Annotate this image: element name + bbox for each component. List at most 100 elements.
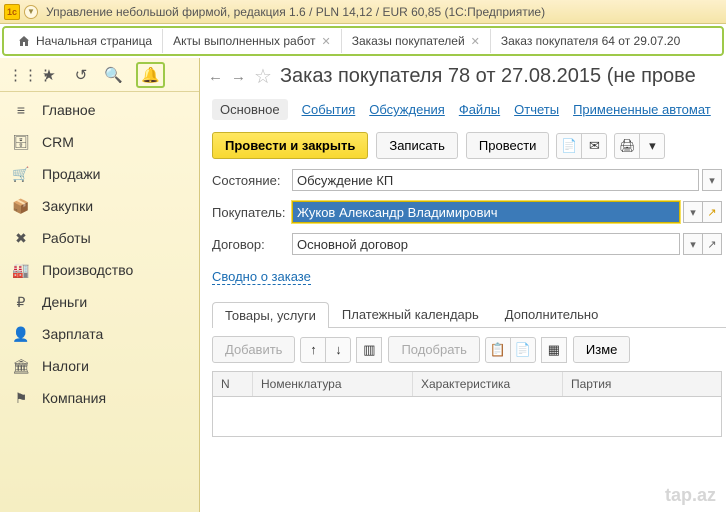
document-tabs: Начальная страница Акты выполненных рабо… [2, 26, 724, 56]
back-button[interactable]: ← [208, 68, 223, 85]
buyer-field[interactable]: Жуков Александр Владимирович [292, 201, 680, 223]
section-files[interactable]: Файлы [459, 102, 500, 117]
factory-icon: 🏭 [12, 262, 30, 279]
settings-button[interactable]: ▦ [541, 337, 567, 363]
move-down-button[interactable]: ↓ [325, 337, 351, 363]
detail-tabs: Товары, услуги Платежный календарь Допол… [212, 301, 726, 328]
bank-icon: 🏛 [12, 358, 30, 375]
tab-goods[interactable]: Товары, услуги [212, 302, 329, 328]
tab-label: Начальная страница [36, 34, 152, 48]
sidebar-item-works[interactable]: ✖ Работы [0, 222, 199, 254]
forward-button[interactable]: → [231, 68, 246, 85]
menu-icon: ≡ [12, 102, 30, 118]
section-applied[interactable]: Примененные автомат [573, 102, 711, 117]
create-based-button[interactable]: 📄 [556, 133, 582, 159]
print-button[interactable]: 🖨 [614, 133, 640, 159]
page-title: Заказ покупателя 78 от 27.08.2015 (не пр… [280, 65, 696, 88]
sidebar-item-label: CRM [42, 134, 74, 150]
flag-icon: ⚑ [12, 390, 30, 407]
history-icon[interactable]: ↺ [72, 66, 90, 84]
tab-home[interactable]: Начальная страница [8, 29, 163, 53]
sidebar-item-label: Налоги [42, 358, 89, 374]
star-icon[interactable]: ★ [40, 66, 58, 84]
tab-label: Заказы покупателей [352, 34, 465, 48]
print-dropdown[interactable]: ▾ [639, 133, 665, 159]
col-nomenclature[interactable]: Номенклатура [253, 372, 413, 396]
dropdown-button[interactable]: ▾ [683, 233, 703, 255]
app-menu-dropdown[interactable]: ▼ [24, 5, 38, 19]
bell-icon[interactable]: 🔔 [141, 67, 160, 84]
sidebar-item-label: Компания [42, 390, 106, 406]
sidebar-item-purchase[interactable]: 📦 Закупки [0, 190, 199, 222]
form-panel: Состояние: Обсуждение КП ▾ Покупатель: Ж… [208, 169, 726, 255]
grid-header: N Номенклатура Характеристика Партия [212, 371, 722, 397]
email-button[interactable]: ✉ [581, 133, 607, 159]
favorite-star-icon[interactable]: ☆ [254, 64, 272, 89]
sidebar-item-production[interactable]: 🏭Производство [0, 254, 199, 286]
change-button[interactable]: Изме [573, 336, 630, 363]
tab-overflow[interactable]: Заказ покупателя 64 от 29.07.20 [491, 34, 718, 48]
state-label: Состояние: [212, 173, 292, 188]
col-n[interactable]: N [213, 372, 253, 396]
close-icon[interactable]: ✕ [322, 35, 331, 48]
sidebar-item-label: Закупки [42, 198, 93, 214]
copy-button[interactable]: 📋 [485, 337, 511, 363]
sidebar-item-label: Главное [42, 102, 96, 118]
section-reports[interactable]: Отчеты [514, 102, 559, 117]
grid-toolbar: Добавить ↑ ↓ ▥ Подобрать 📋 📄 ▦ Изме [208, 328, 726, 371]
save-button[interactable]: Записать [376, 132, 458, 159]
sidebar-item-crm[interactable]: 🗄 CRM [0, 126, 199, 158]
sidebar-item-money[interactable]: ₽Деньги [0, 286, 199, 318]
sidebar-item-main[interactable]: ≡ Главное [0, 94, 199, 126]
post-button[interactable]: Провести [466, 132, 550, 159]
add-row-button[interactable]: Добавить [212, 336, 295, 363]
tab-orders[interactable]: Заказы покупателей ✕ [342, 29, 491, 53]
apps-icon[interactable]: ⋮⋮⋮ [8, 66, 26, 84]
action-toolbar: Провести и закрыть Записать Провести 📄 ✉… [208, 128, 726, 169]
section-discussions[interactable]: Обсуждения [369, 102, 445, 117]
person-icon: 👤 [12, 326, 30, 343]
tab-payment-calendar[interactable]: Платежный календарь [329, 301, 492, 327]
col-characteristic[interactable]: Характеристика [413, 372, 563, 396]
open-button[interactable]: ↗ [702, 233, 722, 255]
section-events[interactable]: События [302, 102, 356, 117]
pick-button[interactable]: Подобрать [388, 336, 479, 363]
section-links: Основное События Обсуждения Файлы Отчеты… [208, 95, 726, 128]
watermark: tap.az [665, 485, 716, 506]
window-title: Управление небольшой фирмой, редакция 1.… [46, 5, 545, 19]
paste-button[interactable]: 📄 [510, 337, 536, 363]
state-field[interactable]: Обсуждение КП [292, 169, 699, 191]
sidebar-item-label: Работы [42, 230, 91, 246]
box-icon: 📦 [12, 198, 30, 215]
dropdown-button[interactable]: ▾ [702, 169, 722, 191]
tab-additional[interactable]: Дополнительно [492, 301, 612, 327]
open-button[interactable]: ↗ [702, 201, 722, 223]
contract-field[interactable]: Основной договор [292, 233, 680, 255]
sidebar-item-label: Зарплата [42, 326, 103, 342]
tab-label: Акты выполненных работ [173, 34, 315, 48]
sidebar-item-taxes[interactable]: 🏛 Налоги [0, 350, 199, 382]
contract-label: Договор: [212, 237, 292, 252]
sidebar-item-label: Деньги [42, 294, 87, 310]
sidebar-item-company[interactable]: ⚑ Компания [0, 382, 199, 414]
sidebar-item-salary[interactable]: 👤 Зарплата [0, 318, 199, 350]
section-main[interactable]: Основное [212, 99, 288, 120]
title-bar: 1c ▼ Управление небольшой фирмой, редакц… [0, 0, 726, 24]
barcode-button[interactable]: ▥ [356, 337, 382, 363]
sidebar-item-sales[interactable]: 🛒Продажи [0, 158, 199, 190]
move-up-button[interactable]: ↑ [300, 337, 326, 363]
search-icon[interactable]: 🔍 [104, 66, 122, 84]
post-and-close-button[interactable]: Провести и закрыть [212, 132, 368, 159]
tab-acts[interactable]: Акты выполненных работ ✕ [163, 29, 342, 53]
close-icon[interactable]: ✕ [471, 35, 480, 48]
summary-link[interactable]: Сводно о заказе [212, 269, 311, 285]
grid-body[interactable] [212, 397, 722, 437]
crm-icon: 🗄 [12, 134, 30, 151]
app-logo-icon: 1c [4, 4, 20, 20]
buyer-label: Покупатель: [212, 205, 292, 220]
tools-icon: ✖ [12, 230, 30, 247]
dropdown-button[interactable]: ▾ [683, 201, 703, 223]
cart-icon: 🛒 [12, 166, 30, 183]
col-party[interactable]: Партия [563, 372, 721, 396]
sidebar-toolbar: ⋮⋮⋮ ★ ↺ 🔍 🔔 [0, 58, 199, 92]
